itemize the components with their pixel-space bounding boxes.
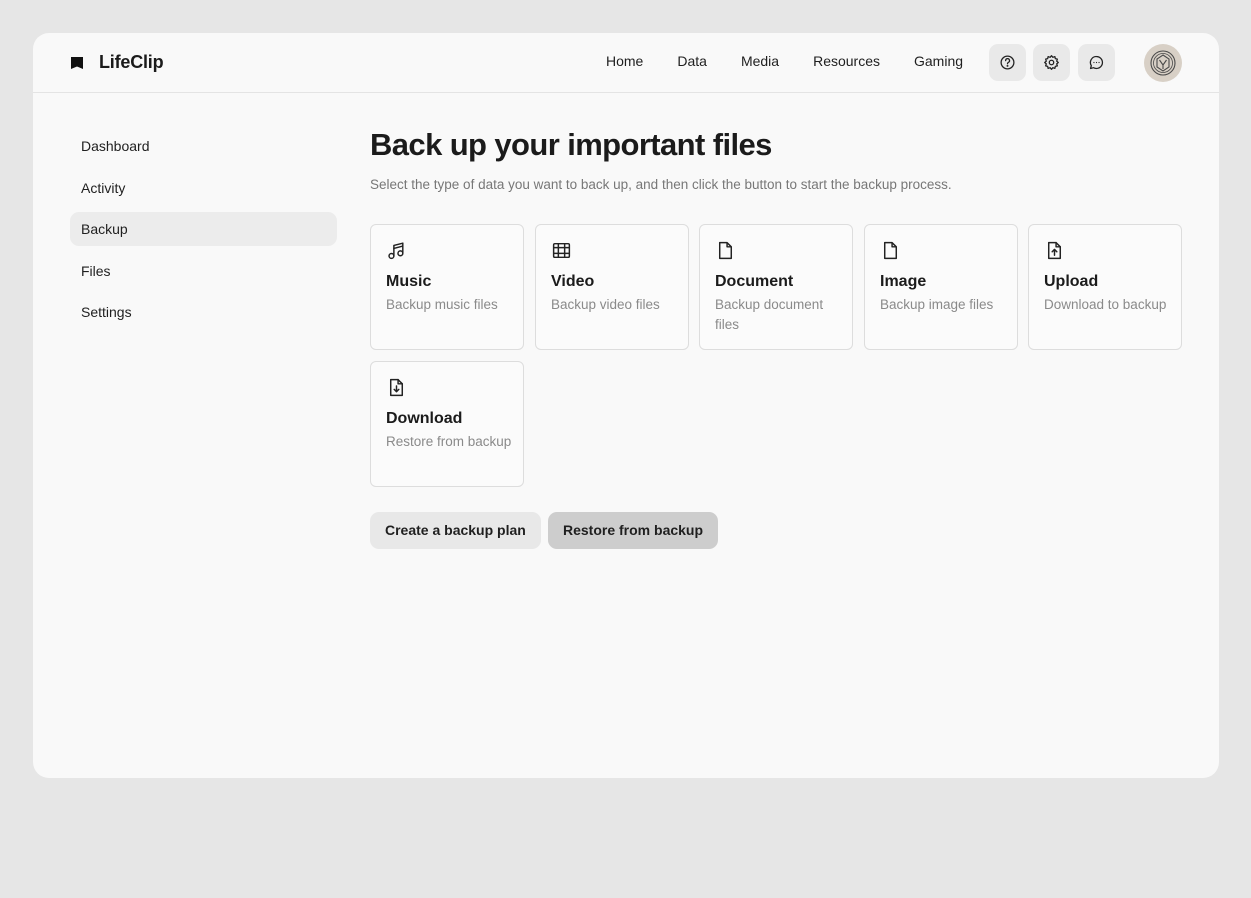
flag-icon [69,55,85,71]
film-icon [551,240,572,261]
music-icon [386,240,407,261]
sidebar-item-dashboard[interactable]: Dashboard [70,129,337,163]
app-name: LifeClip [99,52,164,72]
page-title: Back up your important files [370,127,772,162]
card-title: Image [880,273,927,290]
sidebar-item-files[interactable]: Files [70,254,337,288]
file-download-icon [386,377,407,398]
card-document[interactable]: Document Backup document files [699,224,853,350]
file-icon [880,240,901,261]
nav-data[interactable]: Data [677,53,707,69]
avatar-badge-icon [1149,49,1177,77]
card-description: Restore from backup [386,434,512,449]
help-button[interactable] [989,44,1026,81]
card-title: Video [551,273,595,290]
card-description: Backup music files [386,297,498,312]
card-description: Backup document files [715,297,824,332]
card-title: Download [386,410,463,427]
card-video[interactable]: Video Backup video files [535,224,689,350]
card-title: Music [386,273,432,290]
create-backup-plan-button[interactable]: Create a backup plan [370,512,541,549]
sidebar-item-activity[interactable]: Activity [70,171,337,205]
top-bar: LifeClip Home Data Media Resources Gamin… [33,33,1219,93]
chat-bubble-icon [1088,54,1105,71]
nav-gaming[interactable]: Gaming [914,53,963,69]
sidebar-item-settings[interactable]: Settings [70,295,337,329]
app-window: LifeClip Home Data Media Resources Gamin… [33,33,1219,778]
card-upload[interactable]: Upload Download to backup [1028,224,1182,350]
document-icon [715,240,736,261]
card-description: Backup image files [880,297,994,312]
nav-home[interactable]: Home [606,53,643,69]
card-title: Upload [1044,273,1099,290]
card-download[interactable]: Download Restore from backup [370,361,524,487]
card-music[interactable]: Music Backup music files [370,224,524,350]
file-upload-icon [1044,240,1065,261]
page-subtitle: Select the type of data you want to back… [370,177,952,192]
logo[interactable]: LifeClip [69,52,164,73]
main-nav: Home Data Media Resources Gaming [606,53,963,69]
help-circle-icon [999,54,1016,71]
sidebar-item-backup[interactable]: Backup [70,212,337,247]
card-description: Download to backup [1044,297,1167,312]
card-title: Document [715,273,794,290]
nav-resources[interactable]: Resources [813,53,880,69]
avatar[interactable] [1144,44,1182,82]
main-content: Back up your important files Select the … [370,127,1182,195]
settings-button[interactable] [1033,44,1070,81]
sidebar: Dashboard Activity Backup Files Settings [70,129,337,337]
restore-from-backup-button[interactable]: Restore from backup [548,512,719,549]
chat-button[interactable] [1078,44,1115,81]
nav-media[interactable]: Media [741,53,779,69]
card-image[interactable]: Image Backup image files [864,224,1018,350]
gear-icon [1043,54,1060,71]
card-description: Backup video files [551,297,660,312]
